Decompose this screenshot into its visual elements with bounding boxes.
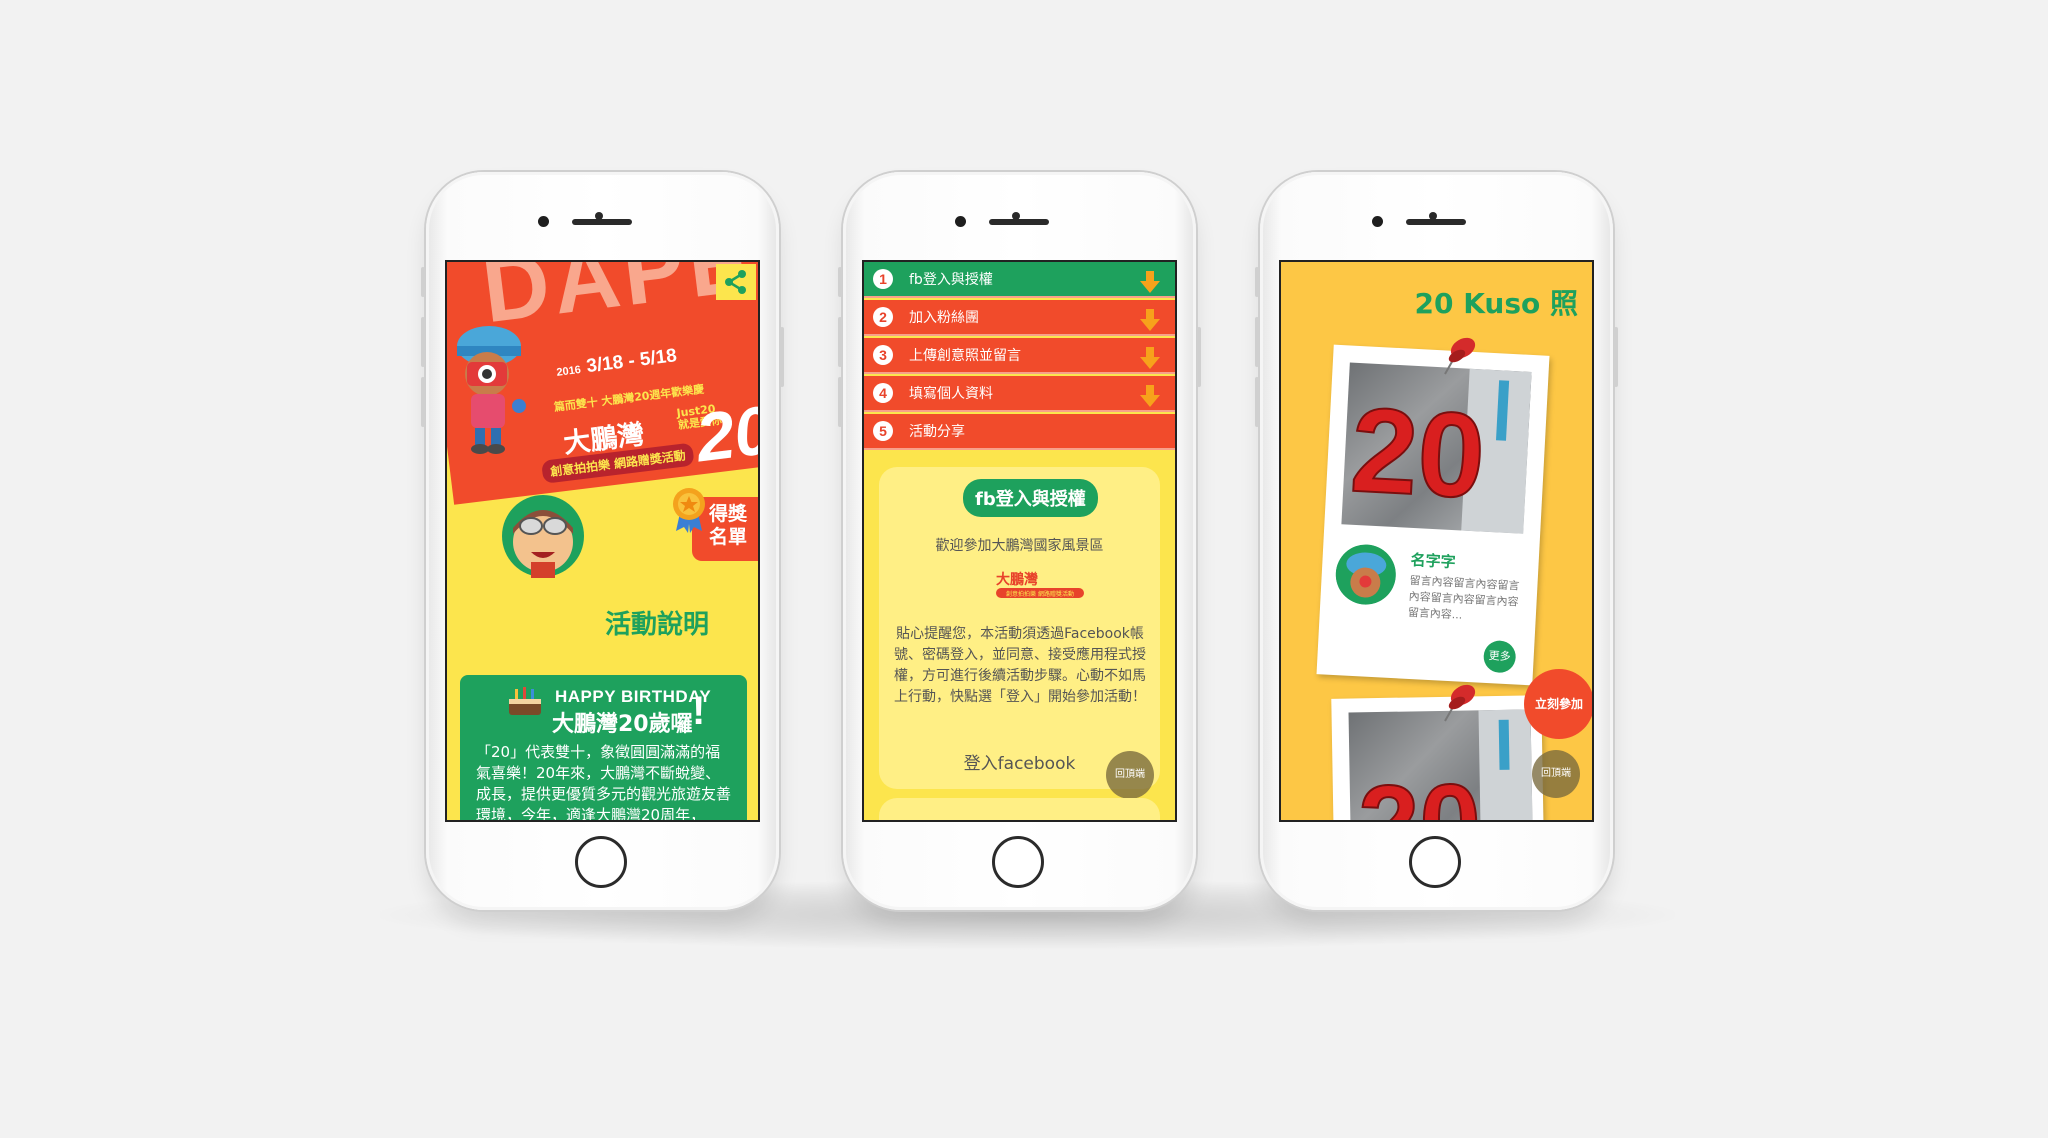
notice-text: 貼心提醒您，本活動須透過Facebook帳號、密碼登入，並同意、接受應用程式授權…	[894, 626, 1146, 705]
arrow-down-icon	[1140, 309, 1160, 331]
home-button[interactable]	[1409, 836, 1461, 888]
panel-title: fb登入與授權	[963, 479, 1098, 517]
arrow-down-icon	[1140, 347, 1160, 369]
card-body-text: 「20」代表雙十，象徵圓圓滿滿的福氣喜樂！20年來，大鵬灣不斷蛻變、成長，提供更…	[476, 743, 732, 822]
step-number: 1	[873, 269, 893, 289]
step-item[interactable]: 5 活動分享	[864, 414, 1175, 450]
pushpin-icon	[1444, 684, 1476, 722]
screen-steps: 1 fb登入與授權 2 加入粉絲團 3 上傳創意照並留言 4 填寫個人資料 5 活動分享 fb登入…	[862, 260, 1177, 822]
section-title: 活動說明	[605, 610, 710, 640]
phone-mockup-1: DAPEN BA 20163/18 - 5/18 篇而雙十 大鵬灣20週年歡樂慶…	[421, 172, 784, 910]
step-label: 填寫個人資料	[909, 386, 993, 402]
share-button[interactable]	[716, 264, 756, 300]
poster-name: 名字字	[1410, 550, 1457, 572]
welcome-text: 歡迎參加大鵬灣國家風景區	[935, 538, 1104, 554]
winners-list-label-line-1: 得獎	[708, 503, 747, 525]
winners-list-label: 得獎 名單	[708, 503, 748, 549]
photo-card[interactable]: 20 名字字 留言內容留言內容留言內容留言內容留言內容留言內容... 更多	[1316, 344, 1550, 686]
card-heading-exclamation: !	[692, 689, 706, 733]
anniversary-number-value: 20	[692, 391, 760, 477]
card-heading-en: HAPPY BIRTHDAY	[555, 687, 712, 706]
next-panel	[879, 798, 1160, 820]
step-item[interactable]: 1 fb登入與授權	[864, 262, 1175, 298]
earpiece-speaker	[1406, 219, 1466, 225]
step-number: 4	[873, 383, 893, 403]
mini-logo-sub: 創意拍拍樂 網路贈獎活動	[1006, 590, 1074, 598]
birthday-info-card: HAPPY BIRTHDAY 大鵬灣20歲囉 ! 「20」代表雙十，象徵圓圓滿滿…	[460, 675, 747, 822]
winners-list-label-line-2: 名單	[708, 526, 747, 548]
photo-card[interactable]: 20	[1331, 695, 1545, 822]
mascot-photographer-illustration	[457, 326, 526, 454]
earpiece-speaker	[572, 219, 632, 225]
screen-landing: DAPEN BA 20163/18 - 5/18 篇而雙十 大鵬灣20週年歡樂慶…	[445, 260, 760, 822]
step-label: fb登入與授權	[909, 272, 993, 288]
step-label: 活動分享	[909, 424, 965, 440]
mascot-aviator-illustration	[502, 495, 584, 578]
step-item[interactable]: 2 加入粉絲團	[864, 300, 1175, 336]
back-to-top-button[interactable]: 回頂端	[1106, 751, 1154, 799]
phone-mockup-2: 1 fb登入與授權 2 加入粉絲團 3 上傳創意照並留言 4 填寫個人資料 5 活動分享 fb登入…	[838, 172, 1201, 910]
more-button[interactable]: 更多	[1482, 639, 1517, 674]
event-year: 2016	[555, 363, 582, 379]
step-label: 加入粉絲團	[909, 310, 979, 326]
poster-message: 留言內容留言內容留言內容留言內容留言內容留言內容...	[1407, 573, 1520, 622]
arrow-down-icon	[1140, 385, 1160, 407]
join-now-button[interactable]: 立刻參加	[1524, 669, 1592, 739]
photo-image: 20	[1348, 709, 1534, 822]
back-to-top-button[interactable]: 回頂端	[1532, 750, 1580, 798]
proximity-sensor	[955, 216, 966, 227]
home-button[interactable]	[575, 836, 627, 888]
card-heading-zh: 大鵬灣20歲囉	[552, 712, 693, 737]
phone-mockup-3: 20 Kuso 照 20 名字字 留言內容留言內容留言內容留言內容留言內容留言內…	[1255, 172, 1618, 910]
medal-icon	[673, 488, 705, 533]
step-item[interactable]: 3 上傳創意照並留言	[864, 338, 1175, 374]
earpiece-speaker	[989, 219, 1049, 225]
pushpin-icon	[1444, 337, 1476, 375]
step-label: 上傳創意照並留言	[909, 348, 1021, 364]
mini-logo-main: 大鵬灣	[996, 571, 1038, 588]
proximity-sensor	[1372, 216, 1383, 227]
screen-gallery: 20 Kuso 照 20 名字字 留言內容留言內容留言內容留言內容留言內容留言內…	[1279, 260, 1594, 822]
photo-crowd-number: 20	[1357, 761, 1481, 822]
birthday-cake-icon	[509, 687, 541, 715]
home-button[interactable]	[992, 836, 1044, 888]
photo-crowd-number: 20	[1348, 383, 1488, 524]
proximity-sensor	[538, 216, 549, 227]
arrow-down-icon	[1140, 271, 1160, 293]
share-icon	[725, 270, 746, 294]
step-item[interactable]: 4 填寫個人資料	[864, 376, 1175, 412]
winners-list-button[interactable]: 得獎 名單	[673, 488, 758, 561]
photo-image: 20	[1341, 362, 1532, 534]
anniversary-number: 20th	[692, 389, 760, 477]
gallery-title: 20 Kuso 照	[1414, 287, 1578, 320]
login-panel: fb登入與授權 歡迎參加大鵬灣國家風景區 大鵬灣 創意拍拍樂 網路贈獎活動 貼心…	[879, 467, 1160, 799]
event-logo: 大鵬灣 創意拍拍樂 網路贈獎活動	[996, 571, 1084, 598]
poster-avatar	[1334, 543, 1398, 607]
step-number: 3	[873, 345, 893, 365]
step-number: 5	[873, 421, 893, 441]
step-number: 2	[873, 307, 893, 327]
